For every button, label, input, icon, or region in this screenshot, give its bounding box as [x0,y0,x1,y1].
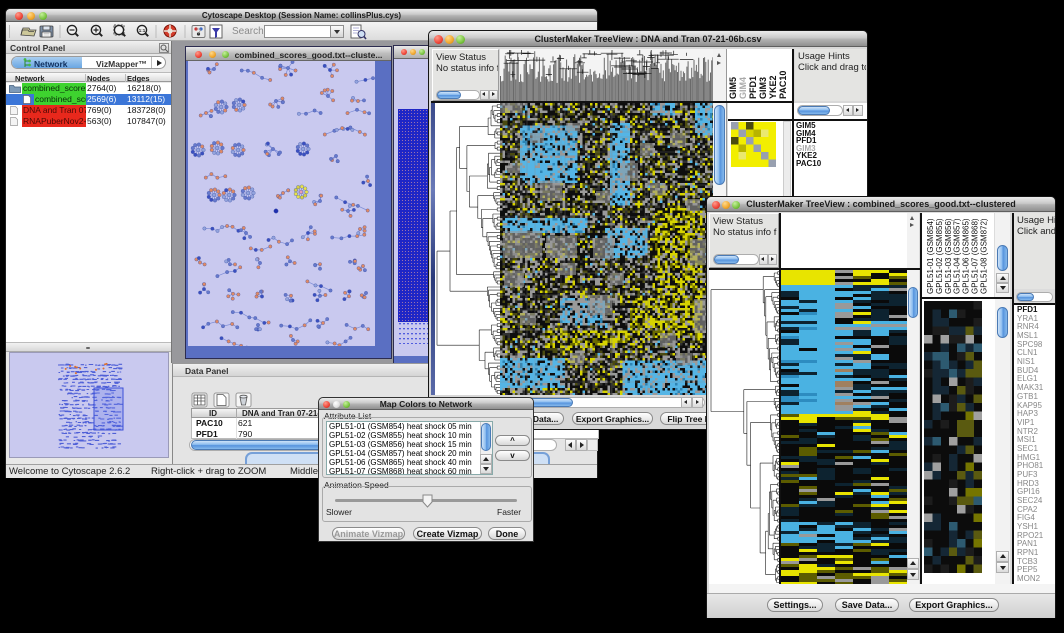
svg-text:GPL51-03 (GSM856): GPL51-03 (GSM856) [944,218,953,294]
svg-text:PFD1: PFD1 [748,76,758,99]
svg-text:GIM3: GIM3 [758,77,768,99]
svg-text:GPL51-08 (GSM872): GPL51-08 (GSM872) [979,218,988,294]
svg-text:GIM5: GIM5 [728,77,738,99]
svg-text:GPL51-04 (GSM857): GPL51-04 (GSM857) [953,218,962,294]
svg-text:GPL51-07 (GSM868): GPL51-07 (GSM868) [971,218,980,294]
svg-text:GIM4: GIM4 [738,77,748,99]
svg-text:GPL51-01 (GSM854): GPL51-01 (GSM854) [926,218,935,294]
svg-text:1:1: 1:1 [139,28,146,33]
svg-text:GPL51-06 (GSM865): GPL51-06 (GSM865) [962,218,971,294]
svg-text:PAC10: PAC10 [778,71,788,99]
svg-text:YKE2: YKE2 [768,75,778,99]
svg-text:GPL51-02 (GSM855): GPL51-02 (GSM855) [935,218,944,294]
